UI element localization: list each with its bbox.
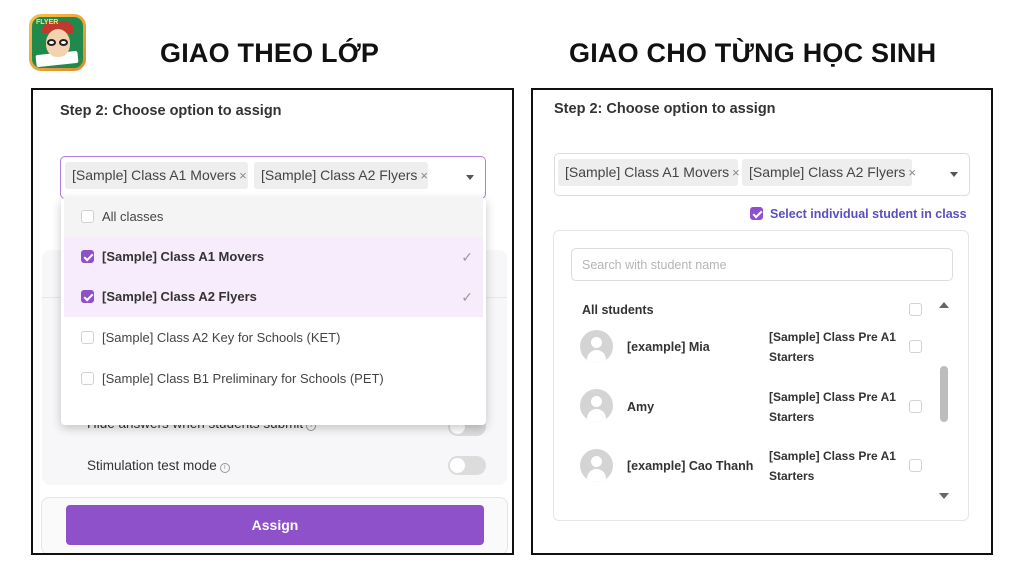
chip-remove-icon[interactable]: × bbox=[908, 165, 916, 180]
assign-by-class-panel: Step 2: Choose option to assign [Sample]… bbox=[31, 88, 514, 555]
avatar bbox=[580, 330, 613, 363]
class-chip: [Sample] Class A2 Flyers × bbox=[254, 162, 428, 189]
setting-stimulation-mode-label: Stimulation test mode i bbox=[87, 458, 230, 473]
info-icon[interactable]: i bbox=[219, 463, 230, 473]
chip-label: [Sample] Class A1 Movers bbox=[72, 167, 237, 183]
app-logo: FLYER bbox=[29, 14, 86, 71]
checkbox[interactable] bbox=[81, 290, 94, 303]
student-search-input[interactable] bbox=[571, 248, 953, 281]
assign-per-student-panel: Step 2: Choose option to assign [Sample]… bbox=[531, 88, 993, 555]
chip-remove-icon[interactable]: × bbox=[732, 165, 740, 180]
class-select[interactable]: [Sample] Class A1 Movers × [Sample] Class… bbox=[554, 153, 970, 196]
all-students-checkbox[interactable] bbox=[909, 303, 922, 316]
heading-assign-per-student: GIAO CHO TỪNG HỌC SINH bbox=[569, 38, 937, 68]
logo-glasses-right bbox=[59, 39, 68, 46]
class-dropdown-menu: All classes [Sample] Class A1 Movers ✓ [… bbox=[61, 197, 486, 425]
class-chip: [Sample] Class A1 Movers × bbox=[65, 162, 248, 189]
chevron-down-icon[interactable] bbox=[950, 172, 958, 177]
all-students-label: All students bbox=[582, 303, 654, 317]
student-picker: All students [example] Mia [Sample] Clas… bbox=[553, 230, 969, 521]
avatar bbox=[580, 449, 613, 482]
checkbox[interactable] bbox=[81, 372, 94, 385]
chip-remove-icon[interactable]: × bbox=[420, 168, 428, 183]
student-class: [Sample] Class Pre A1 Starters bbox=[769, 390, 896, 424]
chevron-down-icon[interactable] bbox=[466, 175, 474, 180]
scroll-down-icon[interactable] bbox=[939, 493, 949, 499]
check-icon: ✓ bbox=[461, 289, 473, 305]
avatar bbox=[580, 389, 613, 422]
student-class: [Sample] Class Pre A1 Starters bbox=[769, 449, 896, 483]
class-chip: [Sample] Class A2 Flyers × bbox=[742, 159, 916, 186]
class-chip: [Sample] Class A1 Movers × bbox=[558, 159, 740, 186]
dropdown-option-all-classes[interactable]: All classes bbox=[64, 197, 483, 237]
dropdown-option[interactable]: [Sample] Class A2 Key for Schools (KET) bbox=[64, 318, 483, 358]
step-title: Step 2: Choose option to assign bbox=[60, 103, 282, 119]
chip-label: [Sample] Class A2 Flyers bbox=[261, 167, 418, 183]
dropdown-option[interactable]: [Sample] Class A2 Flyers ✓ bbox=[64, 277, 483, 317]
checkbox[interactable] bbox=[81, 331, 94, 344]
individual-student-label[interactable]: Select individual student in class bbox=[770, 207, 967, 221]
student-class: [Sample] Class Pre A1 Starters bbox=[769, 330, 896, 364]
student-checkbox[interactable] bbox=[909, 400, 922, 413]
heading-assign-by-class: GIAO THEO LỚP bbox=[160, 38, 380, 68]
option-label: All classes bbox=[102, 209, 164, 224]
class-select[interactable]: [Sample] Class A1 Movers × [Sample] Class… bbox=[60, 156, 486, 199]
stimulation-mode-toggle[interactable] bbox=[448, 456, 486, 475]
student-name: [example] Mia bbox=[627, 340, 710, 354]
checkbox[interactable] bbox=[81, 210, 94, 223]
checkbox[interactable] bbox=[81, 250, 94, 263]
individual-student-checkbox[interactable] bbox=[750, 207, 763, 220]
logo-glasses-left bbox=[47, 39, 56, 46]
scroll-up-icon[interactable] bbox=[939, 302, 949, 308]
student-checkbox[interactable] bbox=[909, 459, 922, 472]
assign-footer: Assign bbox=[41, 497, 508, 553]
option-label: [Sample] Class A1 Movers bbox=[102, 249, 265, 264]
chip-label: [Sample] Class A2 Flyers bbox=[749, 164, 906, 180]
student-checkbox[interactable] bbox=[909, 340, 922, 353]
dropdown-option[interactable]: [Sample] Class A1 Movers ✓ bbox=[64, 237, 483, 277]
dropdown-option[interactable]: [Sample] Class B1 Preliminary for School… bbox=[64, 359, 483, 399]
chip-remove-icon[interactable]: × bbox=[239, 168, 247, 183]
step-title: Step 2: Choose option to assign bbox=[554, 101, 776, 117]
scrollbar-thumb[interactable] bbox=[940, 366, 948, 422]
option-label: [Sample] Class A2 Key for Schools (KET) bbox=[102, 330, 341, 345]
assign-button[interactable]: Assign bbox=[66, 505, 484, 545]
chip-label: [Sample] Class A1 Movers bbox=[565, 164, 730, 180]
student-name: Amy bbox=[627, 400, 655, 414]
check-icon: ✓ bbox=[461, 249, 473, 265]
option-label: [Sample] Class A2 Flyers bbox=[102, 289, 257, 304]
flyer-mascot-logo-icon: FLYER bbox=[32, 17, 83, 68]
setting-label: Stimulation test mode bbox=[87, 458, 217, 473]
student-name: [example] Cao Thanh bbox=[627, 459, 754, 473]
logo-text: FLYER bbox=[36, 19, 59, 26]
option-label: [Sample] Class B1 Preliminary for School… bbox=[102, 371, 384, 386]
